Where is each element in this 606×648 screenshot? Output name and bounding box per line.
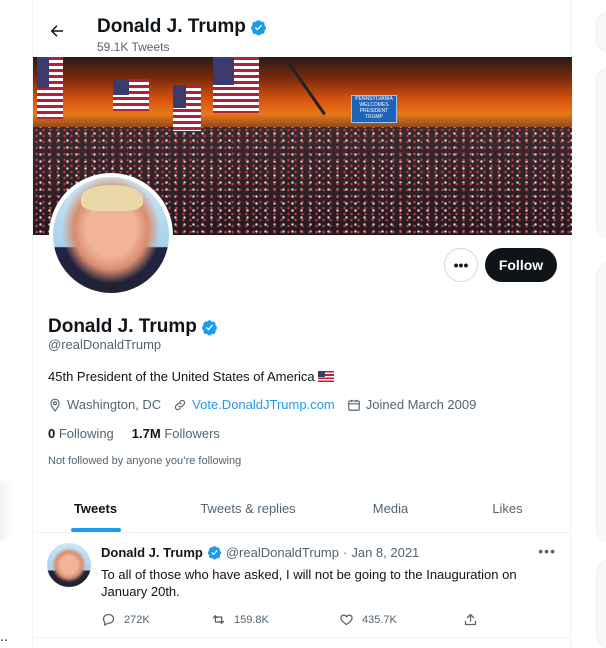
not-followed-note: Not followed by anyone you’re following — [48, 455, 242, 467]
profile-name-text: Donald J. Trump — [48, 316, 197, 337]
left-ellipsis: .. — [0, 628, 8, 644]
share-action[interactable] — [463, 612, 478, 627]
profile-column: Donald J. Trump 59.1K Tweets PENNSYLVANI… — [32, 0, 572, 648]
following-count-link[interactable]: 0 Following — [48, 426, 114, 441]
followers-label: Followers — [164, 426, 220, 441]
joined-item: Joined March 2009 — [347, 397, 477, 412]
tab-tweets[interactable]: Tweets — [33, 485, 158, 532]
verified-badge-icon — [250, 19, 266, 35]
share-icon — [464, 613, 477, 626]
verified-badge-icon — [201, 319, 217, 335]
right-search-edge[interactable] — [596, 12, 606, 52]
tweet-avatar[interactable] — [47, 543, 91, 587]
more-options-button[interactable]: ••• — [444, 248, 478, 282]
follow-counts: 0 Following 1.7M Followers — [48, 426, 220, 441]
banner-sign: PENNSYLVANIA WELCOMES PRESIDENT TRUMP — [351, 95, 397, 123]
location-pin-icon — [50, 398, 60, 412]
like-count: 435.7K — [362, 613, 397, 626]
profile-bio: 45th President of the United States of A… — [48, 369, 334, 384]
followers-count: 1.7M — [131, 426, 161, 441]
profile-avatar[interactable] — [49, 173, 173, 297]
us-flag-icon — [317, 371, 334, 382]
joined-text: Joined March 2009 — [365, 397, 477, 412]
tab-tweets-replies[interactable]: Tweets & replies — [158, 485, 338, 532]
banner-flag — [113, 79, 149, 111]
reply-count: 272K — [124, 613, 150, 626]
header-title: Donald J. Trump — [97, 16, 267, 38]
tweet-author-name[interactable]: Donald J. Trump — [101, 545, 203, 560]
tweet-more-button[interactable]: ••• — [538, 543, 556, 559]
profile-handle: @realDonaldTrump — [48, 337, 162, 352]
link-icon — [175, 399, 186, 410]
location-item: Washington, DC — [48, 397, 161, 412]
verified-badge-icon — [207, 546, 221, 560]
website-link[interactable]: Vote.DonaldJTrump.com — [192, 397, 335, 412]
right-media-card[interactable] — [596, 68, 606, 238]
right-follow-card — [596, 560, 606, 648]
follow-button[interactable]: Follow — [485, 248, 557, 282]
right-trends-card — [596, 262, 606, 542]
profile-meta: Washington, DC Vote.DonaldJTrump.com Joi… — [48, 397, 476, 412]
reply-icon — [102, 613, 115, 626]
banner-flag — [37, 57, 63, 119]
followers-count-link[interactable]: 1.7M Followers — [132, 426, 220, 441]
profile-tabs: Tweets Tweets & replies Media Likes — [33, 485, 570, 533]
tweet-author-handle[interactable]: @realDonaldTrump — [226, 545, 339, 560]
profile-header: Donald J. Trump 59.1K Tweets — [33, 0, 570, 57]
tweet-separator: · — [343, 545, 348, 560]
heart-icon — [340, 614, 353, 626]
reply-action[interactable]: 272K — [101, 612, 211, 627]
tweet-date[interactable]: Jan 8, 2021 — [351, 545, 419, 560]
retweet-icon — [212, 615, 225, 624]
back-arrow-icon[interactable] — [48, 22, 66, 40]
following-label: Following — [58, 426, 114, 441]
calendar-icon — [347, 399, 360, 411]
header-tweet-count: 59.1K Tweets — [97, 40, 170, 54]
profile-name: Donald J. Trump — [48, 316, 218, 338]
banner-flag — [173, 85, 201, 131]
retweet-action[interactable]: 159.8K — [211, 612, 339, 627]
banner-crane — [283, 57, 326, 116]
left-panel-edge — [0, 480, 14, 540]
banner-flag — [213, 57, 259, 113]
location-text: Washington, DC — [67, 397, 162, 412]
tweet-text: To all of those who have asked, I will n… — [101, 567, 517, 599]
tab-likes[interactable]: Likes — [443, 485, 572, 532]
header-name: Donald J. Trump — [97, 16, 246, 37]
following-count: 0 — [48, 426, 56, 441]
retweet-count: 159.8K — [234, 613, 269, 626]
tweet-header: Donald J. Trump @realDonaldTrump · Jan 8… — [101, 545, 551, 560]
tweet-actions: 272K 159.8K 435.7K — [101, 612, 481, 627]
like-action[interactable]: 435.7K — [339, 612, 463, 627]
tab-media[interactable]: Media — [338, 485, 443, 532]
tweet-item[interactable]: Donald J. Trump @realDonaldTrump · Jan 8… — [33, 533, 570, 638]
bio-text: 45th President of the United States of A… — [48, 369, 315, 384]
avatar-hair — [81, 185, 143, 211]
website-item[interactable]: Vote.DonaldJTrump.com — [173, 397, 335, 412]
